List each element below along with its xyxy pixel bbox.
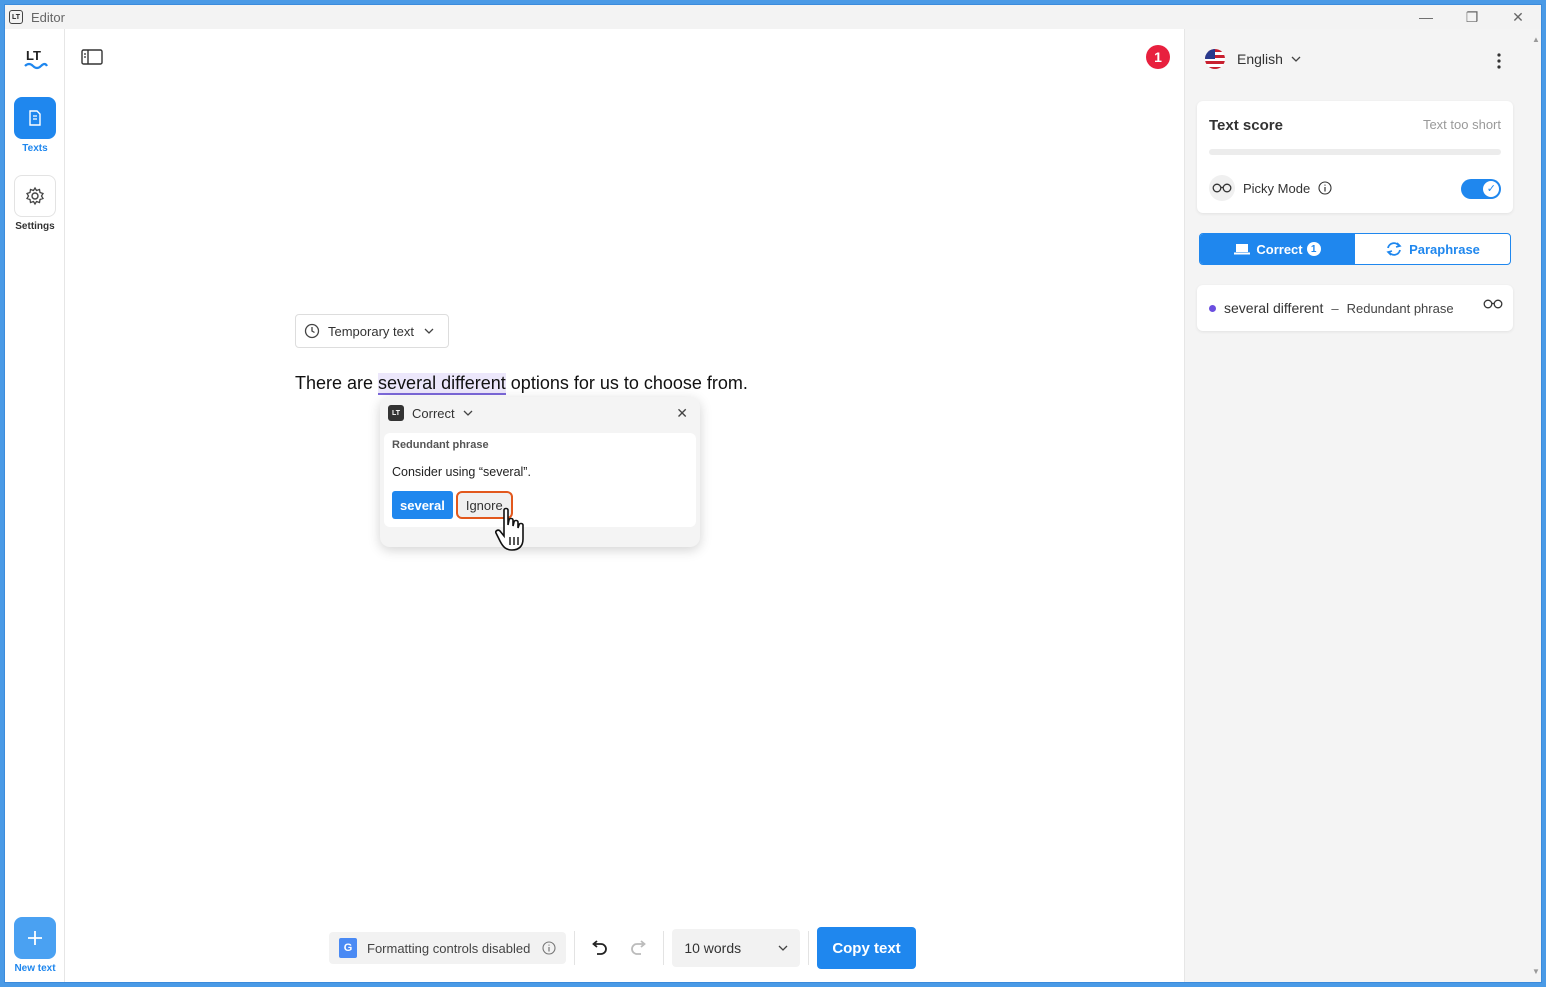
chevron-down-icon <box>424 328 434 334</box>
text-score-status: Text too short <box>1422 117 1501 132</box>
rail-item-texts[interactable]: Texts <box>14 97 56 154</box>
rail-label-texts: Texts <box>22 143 48 154</box>
chevron-down-icon <box>1291 56 1301 62</box>
svg-text:LT: LT <box>26 48 41 63</box>
divider <box>808 931 810 965</box>
scroll-down-icon[interactable]: ▼ <box>1532 967 1540 976</box>
app-window: LT Editor — ❐ ✕ LT Texts Settings New te… <box>4 4 1542 983</box>
clock-icon <box>304 323 320 339</box>
issue-list-item[interactable]: several different – Redundant phrase <box>1197 285 1513 331</box>
issue-message: Consider using “several”. <box>392 465 531 479</box>
text-score-bar <box>1209 149 1501 155</box>
highlighted-issue[interactable]: several different <box>378 373 506 395</box>
google-docs-icon: G <box>339 938 357 958</box>
editor-area: 1 Temporary text There are several diffe… <box>65 29 1184 982</box>
check-icon: ✓ <box>1486 183 1496 195</box>
languagetool-logo-icon[interactable]: LT <box>23 47 49 73</box>
minimize-button[interactable]: — <box>1403 5 1449 29</box>
glasses-icon <box>1209 175 1235 201</box>
paraphrase-icon <box>1386 242 1402 256</box>
popup-mode-dropdown[interactable]: LT Correct <box>388 405 473 421</box>
divider <box>574 931 576 965</box>
tab-correct[interactable]: Correct 1 <box>1200 234 1355 264</box>
issue-category: Redundant phrase <box>1346 300 1454 316</box>
temporary-text-label: Temporary text <box>328 323 414 339</box>
gear-icon <box>26 186 44 206</box>
issue-separator: – <box>1331 300 1339 316</box>
text-score-card: Text score Text too short Picky Mode ✓ <box>1197 101 1513 213</box>
tab-correct-label: Correct <box>1256 241 1303 257</box>
text-score-title: Text score <box>1209 117 1283 134</box>
vertical-scrollbar[interactable]: ▲ ▼ <box>1531 29 1541 982</box>
undo-button[interactable] <box>583 932 615 964</box>
scroll-up-icon[interactable]: ▲ <box>1532 35 1540 44</box>
tab-paraphrase[interactable]: Paraphrase <box>1355 234 1510 264</box>
close-icon[interactable]: ✕ <box>676 405 688 422</box>
formatting-notice: G Formatting controls disabled <box>329 932 567 964</box>
chevron-down-icon <box>778 945 788 951</box>
picky-mode-row: Picky Mode <box>1209 175 1332 201</box>
redo-icon <box>631 940 647 955</box>
more-options-icon[interactable] <box>1497 53 1501 69</box>
issue-dot <box>1209 304 1216 312</box>
rail-item-new-text[interactable]: New text <box>14 917 56 974</box>
texts-button[interactable] <box>14 97 56 139</box>
maximize-button[interactable]: ❐ <box>1449 5 1495 29</box>
tab-paraphrase-label: Paraphrase <box>1409 241 1480 257</box>
language-label: English <box>1237 51 1283 67</box>
window-controls: — ❐ ✕ <box>1403 5 1541 29</box>
language-selector[interactable]: English <box>1205 49 1301 69</box>
apply-suggestion-button[interactable]: several <box>392 491 453 519</box>
editor-text[interactable]: There are several different options for … <box>295 373 748 395</box>
info-icon[interactable] <box>542 941 556 955</box>
tab-correct-count: 1 <box>1306 242 1321 256</box>
picky-mode-label: Picky Mode <box>1243 180 1311 196</box>
left-rail: LT Texts Settings New text <box>5 29 65 982</box>
temporary-text-dropdown[interactable]: Temporary text <box>295 314 449 348</box>
document-icon <box>29 110 41 126</box>
close-window-button[interactable]: ✕ <box>1495 5 1541 29</box>
issue-phrase: several different <box>1224 300 1324 316</box>
formatting-label: Formatting controls disabled <box>367 940 531 956</box>
issue-category: Redundant phrase <box>392 439 489 451</box>
rail-label-settings: Settings <box>15 221 55 232</box>
text-segment: There are <box>295 373 379 393</box>
app-logo-icon: LT <box>9 10 23 24</box>
plus-icon <box>28 931 42 945</box>
error-count-badge[interactable]: 1 <box>1146 45 1170 69</box>
rail-item-settings[interactable]: Settings <box>14 175 56 232</box>
laptop-icon <box>1234 244 1251 255</box>
settings-button[interactable] <box>14 175 56 217</box>
popup-mode-label: Correct <box>412 405 455 421</box>
info-icon[interactable] <box>1318 181 1332 195</box>
copy-text-button[interactable]: Copy text <box>817 927 916 969</box>
suggestion-card: Redundant phrase Consider using “several… <box>384 433 696 527</box>
lt-logo-icon: LT <box>388 405 404 421</box>
rail-label-new-text: New text <box>14 963 56 974</box>
picky-mode-toggle[interactable]: ✓ <box>1461 179 1501 199</box>
word-count-label: 10 words <box>684 940 742 956</box>
right-panel: English Text score Text too short Picky … <box>1184 29 1541 982</box>
redo-button[interactable] <box>623 932 655 964</box>
divider <box>663 931 665 965</box>
sidebar-toggle-icon[interactable] <box>81 49 103 65</box>
bottom-toolbar: G Formatting controls disabled 10 words … <box>329 925 916 971</box>
word-count-dropdown[interactable]: 10 words <box>672 929 801 967</box>
title-bar: LT Editor — ❐ ✕ <box>5 5 1541 29</box>
hand-cursor-icon <box>495 507 524 551</box>
undo-icon <box>592 940 608 955</box>
suggestion-popup: LT Correct ✕ Redundant phrase Consider u… <box>380 397 700 547</box>
chevron-down-icon <box>463 410 473 416</box>
text-segment: options for us to choose from. <box>505 373 748 393</box>
us-flag-icon <box>1205 49 1225 69</box>
glasses-icon <box>1483 299 1503 309</box>
new-text-button[interactable] <box>14 917 56 959</box>
window-title: Editor <box>31 9 65 25</box>
mode-tabs: Correct 1 Paraphrase <box>1199 233 1511 265</box>
